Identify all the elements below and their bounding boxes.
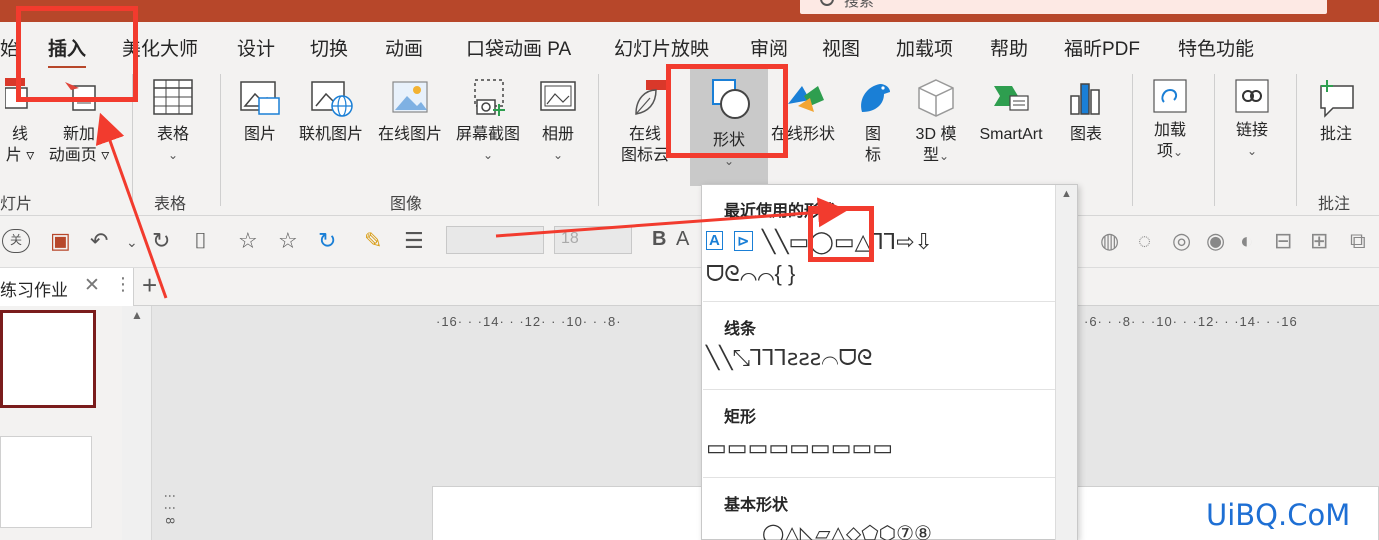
annotation-arrows (95, 112, 848, 299)
arrow-to-insert-tab (95, 112, 168, 299)
arrow-to-rectangle (495, 197, 848, 238)
watermark: UiBQ.CoM (1206, 498, 1351, 532)
